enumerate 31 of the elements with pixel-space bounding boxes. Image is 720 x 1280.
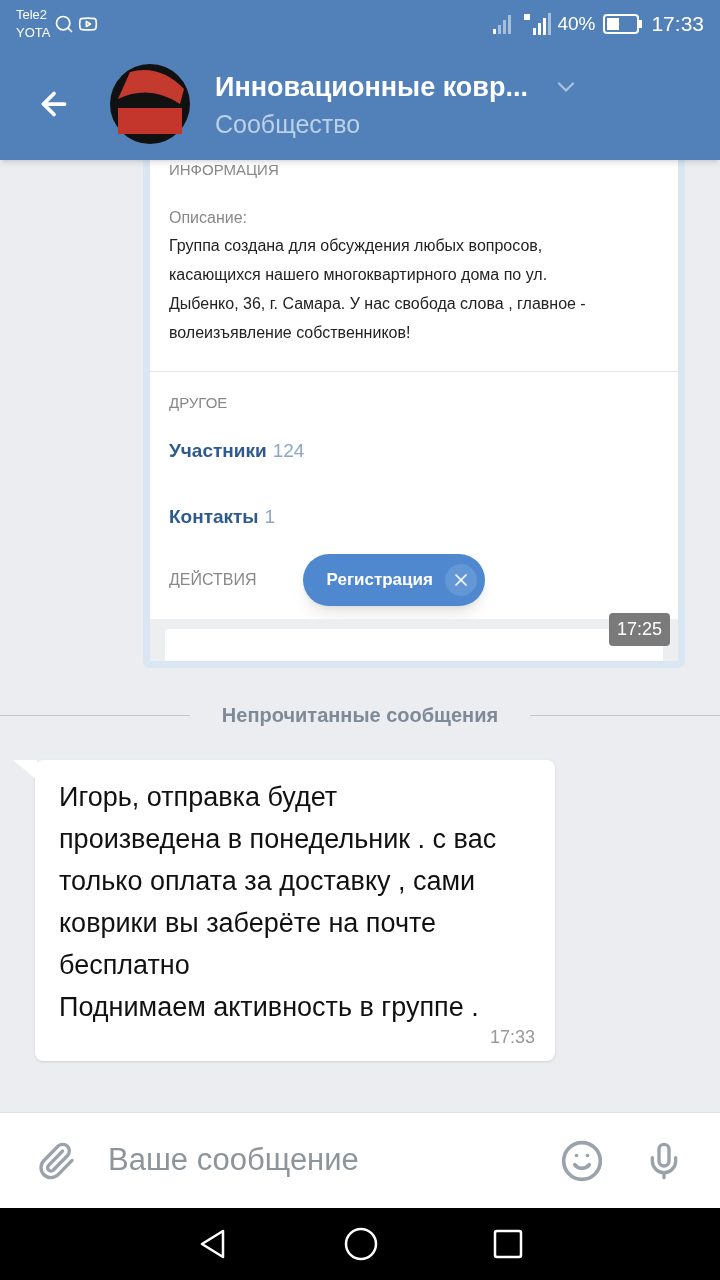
battery-icon [603,14,644,34]
message-input[interactable]: Ваше сообщение [108,1137,560,1184]
section-heading: ДЕЙСТВИЯ [169,569,257,590]
registration-chip[interactable]: Регистрация [302,553,485,606]
message-time: 17:33 [489,1026,535,1049]
info-link[interactable]: Участники [169,436,267,465]
recents-nav-icon[interactable] [492,1229,523,1259]
message-text: Игорь, отправка будет произведена в понедельник . с вас только оплата за доставку , сами коврики вы заберёте на почте бесплатно [59,781,498,982]
count-text: 124 [272,438,305,463]
emoji-icon[interactable] [560,1138,604,1183]
clock: 17:33 [651,11,704,38]
timestamp: 17:25 [608,613,670,646]
count-text: 1 [264,505,276,529]
section-heading: ДРУГОЕ [169,393,229,413]
battery-percent: 40% [557,11,596,36]
chat-subtitle: Сообщество [215,109,362,141]
description-text: Группа создана для обсуждения любых вопросов, касающихся нашего многоквартирного дома по ул. Дыбенко, 36, г. Самара. У нас свобода слова , главное - волеизъявление собственников! [169,236,587,343]
unread-divider: Непрочитанные сообщения [220,703,500,728]
message-text: Поднимаем активность в группе . [59,991,480,1024]
chat-title: Инновационные ковр... [215,70,528,104]
info-link[interactable]: Контакты [169,503,259,532]
field-label: Описание: [169,208,249,228]
section-heading: ИНФОРМАЦИЯ [169,160,280,180]
video-icon [78,14,99,34]
carrier-name: Tele2 [16,6,49,24]
carrier-name: YOTA [16,24,51,42]
signal-icon [523,13,554,35]
home-nav-icon[interactable] [344,1227,378,1261]
attach-icon[interactable] [36,1140,76,1181]
message-composer[interactable]: Ваше сообщение [0,1112,720,1208]
search-icon [54,14,75,34]
